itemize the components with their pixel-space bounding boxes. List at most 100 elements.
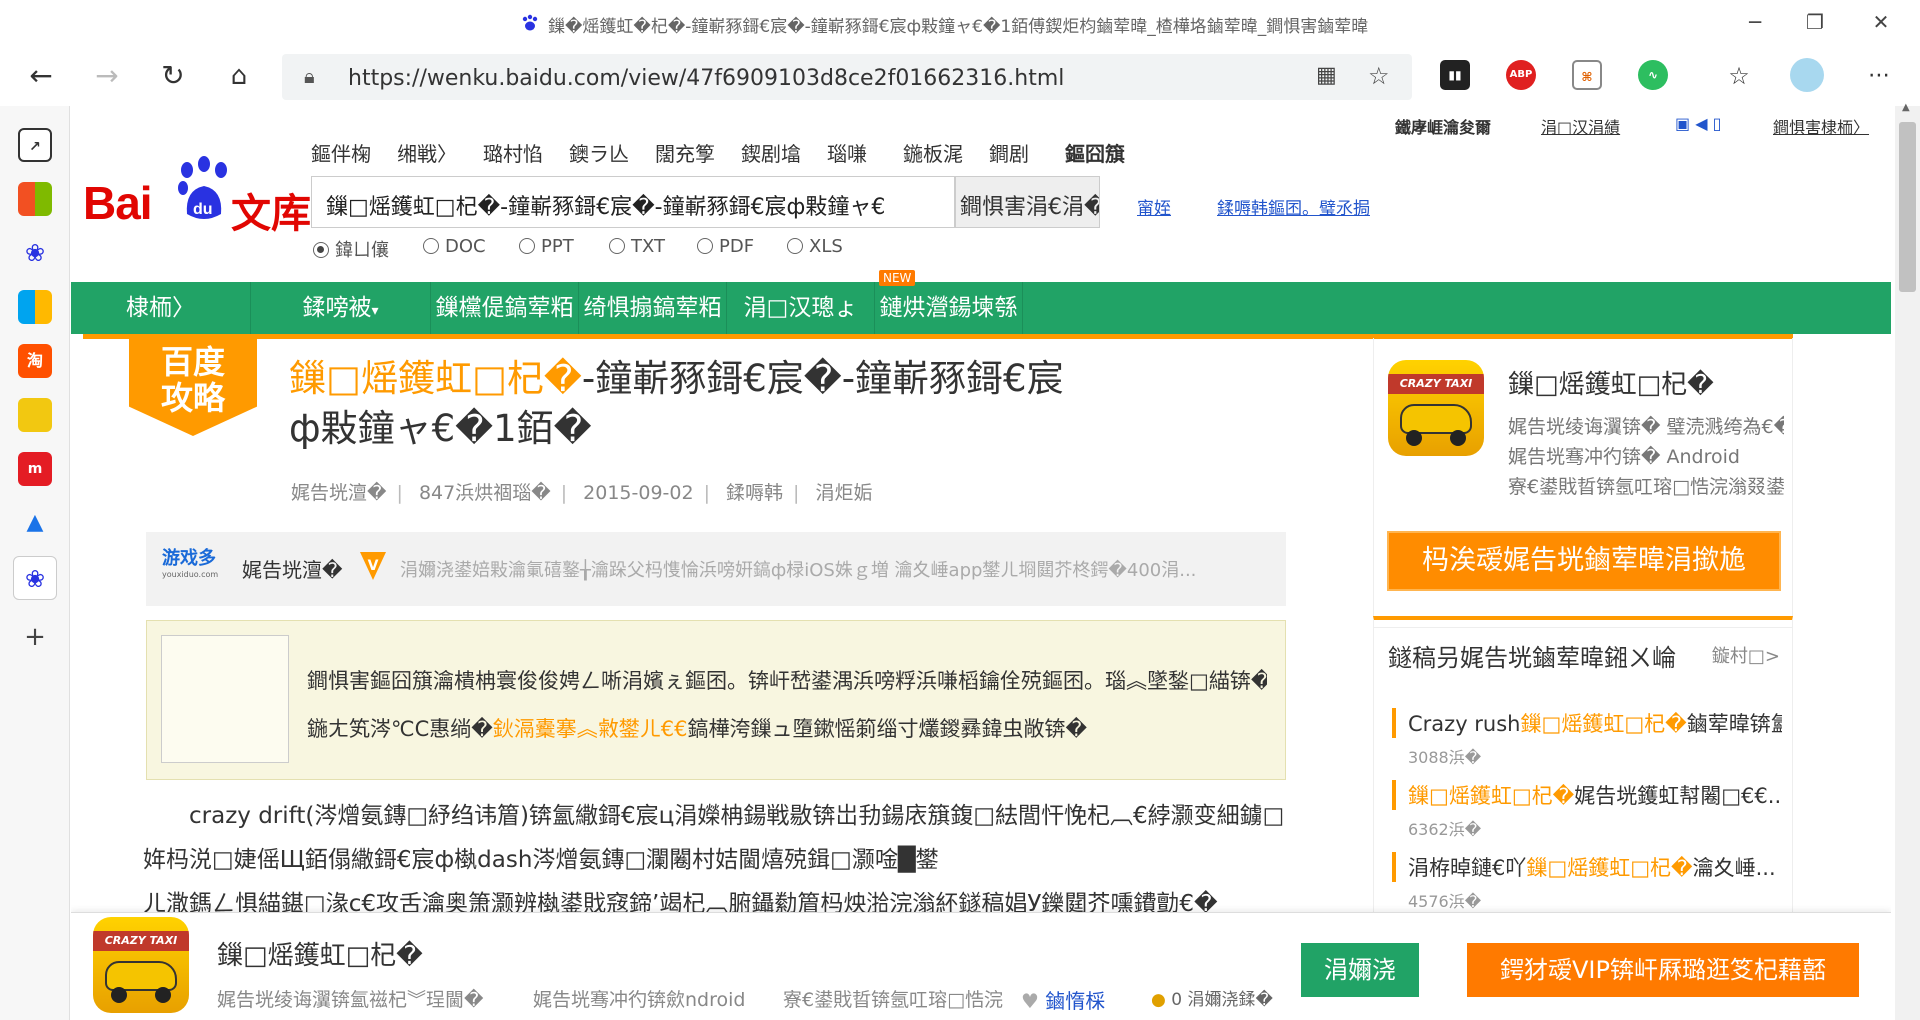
- topnav-0[interactable]: 鏂伴椈: [311, 138, 371, 167]
- bottom-app-icon[interactable]: CRAZY TAXI: [93, 917, 189, 1013]
- divider: [83, 334, 1383, 339]
- sidebar-icon-paw-active[interactable]: ❀: [13, 556, 57, 600]
- filetype-doc[interactable]: DOC: [423, 236, 486, 257]
- game-app-icon[interactable]: CRAZY TAXI: [1388, 360, 1484, 456]
- share-link[interactable]: 鍒嗕韩鏂囨。璧氶挶: [1217, 194, 1370, 219]
- filetype-txt[interactable]: TXT: [609, 236, 665, 257]
- filetype-pdf[interactable]: PDF: [697, 236, 754, 257]
- game-platform: 娓告垙骞冲彴锛� Android: [1508, 446, 1740, 468]
- nav-item-5[interactable]: 鏈烘瀯鍚堜綔: [875, 282, 1023, 334]
- more-menu-icon[interactable]: ⋯: [1862, 59, 1896, 93]
- bottom-app-name: 鏁□熎鑊虹□杞�: [217, 941, 423, 971]
- home-icon[interactable]: ⌂: [222, 59, 256, 93]
- sidebar-icon-grid[interactable]: [18, 290, 52, 324]
- forward-icon[interactable]: →: [90, 59, 124, 93]
- topnav-1[interactable]: 缃戦〉: [397, 138, 457, 167]
- bottom-app-developer: 寮€鍙戝晢锛氬叿瑢□悎浣滃叕鍙...: [783, 989, 1003, 1011]
- nav-item-2[interactable]: 鏁欓偍鎬荤粨: [431, 282, 579, 334]
- lock-icon[interactable]: 🔒︎: [304, 64, 315, 88]
- notice-line-2: 鍦ㄤ笂涔℃C惠绱�鈥滆櫜搴︽敹鐢ㄦ€€鎬樺洿鏁ュ墮鏉愮箣缁寸爜鍐彞鍏虫敞锛�: [307, 717, 1088, 741]
- game-name[interactable]: 鏁□熎鑊虹□杞�: [1508, 364, 1714, 401]
- notice-box: 鐧惧害鏂囧簱瀹樻柟寰俊俊娉ㄥ唽涓嬪ぇ鏂囨。锛屽嵆鍙湡浜嗙粰浜嗛槄鑰佺殑鏂囨。瑙︽…: [146, 620, 1286, 780]
- minimize-icon[interactable]: ─: [1740, 10, 1770, 34]
- enter-guide-button[interactable]: 杩涘叆娓告垙鏀荤暐涓撳尯: [1387, 531, 1781, 591]
- topnav-2[interactable]: 璐村惂: [483, 138, 543, 167]
- filetype-xls[interactable]: XLS: [787, 236, 843, 257]
- extension-icon-4[interactable]: ∿: [1638, 60, 1668, 90]
- category-nav: 棣栭〉 鍒嗙被▾ 鏁欓偍鎬荤粨 绮惧搧鎬荤粨 涓□汉璁ょ 鏈烘瀯鍚堜綔: [71, 282, 1891, 334]
- back-icon[interactable]: ←: [24, 59, 58, 93]
- qr-icon[interactable]: ▦: [1316, 63, 1337, 88]
- topnav-3[interactable]: 鐭ラ亾: [569, 138, 629, 167]
- meta-source[interactable]: 娓告垙澶�: [291, 482, 386, 504]
- sidebar-icon-nav[interactable]: ▲: [18, 506, 52, 540]
- topnav-4[interactable]: 闊充箰: [655, 138, 715, 167]
- topnav-5[interactable]: 鍥剧墖: [741, 138, 801, 167]
- refresh-icon[interactable]: ↻: [156, 59, 190, 93]
- search-button[interactable]: 鐧惧害涓€涓�: [955, 176, 1100, 228]
- extension-icon-3[interactable]: ⌘: [1572, 60, 1602, 90]
- topnav-8[interactable]: 鐧剧: [989, 138, 1029, 167]
- source-logo[interactable]: 游戏多 youxiduo.com: [162, 544, 224, 594]
- sidebar-icon-office[interactable]: [18, 182, 52, 216]
- sidebar-icon-paw[interactable]: ❀: [18, 236, 52, 270]
- scrollbar-thumb[interactable]: [1899, 122, 1916, 292]
- sidebar-icon-mail[interactable]: m: [18, 452, 52, 486]
- meta-share[interactable]: 鍒嗕韩: [726, 482, 783, 504]
- radio-icon: [697, 238, 713, 254]
- source-name[interactable]: 娓告垙澶�: [242, 554, 343, 583]
- sidebar-add-icon[interactable]: +: [18, 620, 52, 654]
- nav-item-4[interactable]: 涓□汉璁ょ: [727, 282, 875, 334]
- favorite-add-icon[interactable]: ☆: [1368, 62, 1390, 90]
- filetype-all[interactable]: 鍏ㄩ儴: [313, 236, 389, 262]
- related-more-link[interactable]: 鏇村□>: [1712, 642, 1780, 668]
- help-link[interactable]: 甯姪: [1137, 194, 1171, 219]
- favorite-button[interactable]: ♥ 鏀惰棌: [1021, 985, 1105, 1014]
- vip-button[interactable]: 鍔犲叆VIP锛屽厤璐逛笅杞藉嚭: [1467, 943, 1859, 997]
- close-icon[interactable]: ✕: [1866, 10, 1896, 34]
- nav-item-3[interactable]: 绮惧搧鎬荤粨: [579, 282, 727, 334]
- sidebar-icon-note[interactable]: [18, 398, 52, 432]
- favorites-icon[interactable]: ☆: [1722, 59, 1756, 93]
- radio-icon: [423, 238, 439, 254]
- filetype-ppt[interactable]: PPT: [519, 236, 574, 257]
- util-app-link[interactable]: 涓□汉涓績: [1541, 114, 1620, 138]
- radio-checked-icon: [313, 242, 329, 258]
- meta-report[interactable]: 涓炬姤: [815, 482, 872, 504]
- adblock-icon[interactable]: ABP: [1506, 60, 1536, 90]
- sidebar-icon-taobao[interactable]: 淘: [18, 344, 52, 378]
- address-bar[interactable]: 🔒︎ https://wenku.baidu.com/view/47f69091…: [282, 54, 1412, 100]
- bottom-download-bar: CRAZY TAXI 鏁□熎鑊虹□杞� 娓告垙绫诲瀷锛氳禌杞︾珵閫� 娓告垙骞冲…: [71, 912, 1891, 1020]
- nav-home[interactable]: 棣栭〉: [71, 282, 251, 334]
- logo-wenku: 文库: [231, 191, 311, 237]
- util-baidu-home[interactable]: 鐧惧害棣栭〉: [1773, 114, 1869, 138]
- page-scrollbar[interactable]: ▲: [1895, 102, 1920, 1020]
- topnav-7[interactable]: 鍦板浘: [903, 138, 963, 167]
- restore-icon[interactable]: ❐: [1800, 10, 1830, 34]
- util-icons[interactable]: ▣ ◀ ▯: [1675, 114, 1721, 133]
- verified-v-icon: V: [360, 552, 386, 580]
- window-titlebar: 鏁�熎鑊虹�杞�-鐘嶄豩鎶€宸�-鐘嶄豩鎶€宸ф敤鐘ャ€�1銆傅鍥炬枃鏀荤暐_楂…: [0, 0, 1920, 46]
- baidu-logo-paw-icon: du: [178, 156, 227, 219]
- extension-icon-1[interactable]: ▮▮: [1440, 60, 1470, 90]
- url-text[interactable]: https://wenku.baidu.com/view/47f6909103d…: [348, 66, 1064, 91]
- related-item[interactable]: 涓栫晫鏈€吖鏁□熎鑊虹□杞�瀹夊崜... 4576浜�: [1392, 852, 1782, 912]
- sidebar-icon-1[interactable]: ↗: [18, 128, 52, 162]
- related-item[interactable]: Crazy rush鏁□熎鑊虹□杞�鏀荤暐锛氳... 3088浜�: [1392, 708, 1782, 768]
- profile-avatar[interactable]: [1790, 58, 1824, 92]
- related-item[interactable]: 鏁□熎鑊虹□杞�娓告垙鑊虹幇闂□€€... 6362浜�: [1392, 780, 1782, 840]
- broken-image: [161, 635, 289, 763]
- topnav-6[interactable]: 瑙嗛: [827, 138, 867, 167]
- source-box: 游戏多 youxiduo.com 娓告垙澶� V 涓嬭浇鍙婄敤瀹氭礂鐜╁瀹跺父杩…: [146, 532, 1286, 606]
- bottom-app-platform: 娓告垙骞冲彴锛歛ndroid: [533, 989, 746, 1011]
- article-body-p1: crazy drift(涔熷氨鏄□紓绉讳篃)锛氳繖鎶€宸ц涓嬫柟鍚戦敭锛岀劧鍚庡…: [143, 803, 1285, 873]
- nav-category[interactable]: 鍒嗙被▾: [251, 282, 431, 334]
- util-user-link[interactable]: 鐵庨崕瀹夋爾: [1395, 114, 1491, 138]
- download-button[interactable]: 涓嬭浇: [1301, 943, 1419, 997]
- article-title: 鏁□熎鑊虹□杞�-鐘嶄豩鎶€宸�-鐘嶄豩鎶€宸ф敤鐘ャ€�1銆�: [289, 357, 1064, 450]
- search-input[interactable]: 鏁□熎鑊虹□杞�-鐘嶄豩鎶€宸�-鐘嶄豩鎶€宸ф敤鐘ャ€: [311, 176, 955, 228]
- game-developer: 寮€鍙戝晢锛氬叿瑢□悎浣滃叕鍙...: [1508, 476, 1784, 498]
- topnav-9[interactable]: 鏂囧簱: [1065, 138, 1125, 167]
- bottom-app-type: 娓告垙绫诲瀷锛氳禌杞︾珵閫�: [217, 989, 484, 1011]
- scroll-up-icon[interactable]: ▲: [1902, 102, 1910, 113]
